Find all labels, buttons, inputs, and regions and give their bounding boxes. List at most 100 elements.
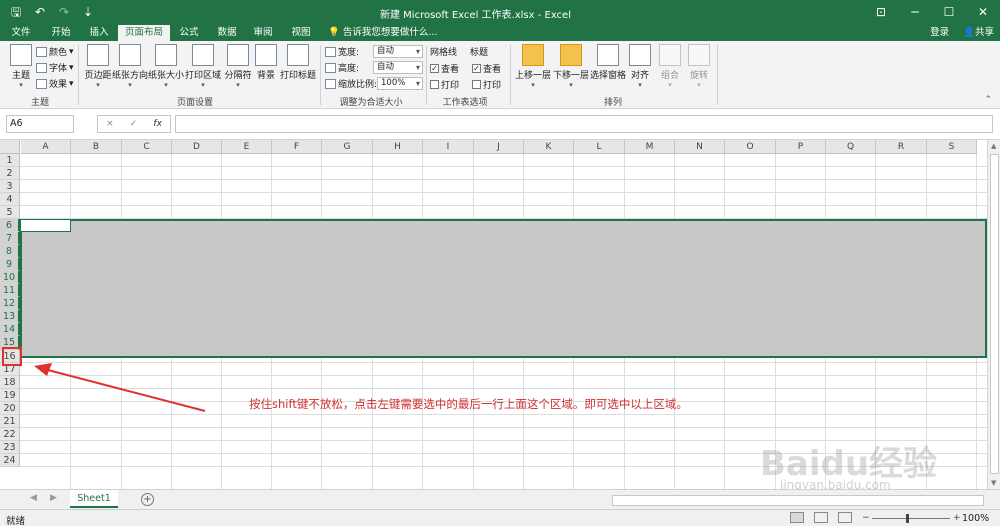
bring-forward-button[interactable]: 上移一层 ▾ [514,44,552,89]
ribbon-tabs: 文件 开始 插入 页面布局 公式 数据 审阅 视图 💡 告诉我您想要做什么...… [0,25,1000,41]
headings-print-label: 打印 [483,81,502,91]
ribbon-display-icon[interactable]: ⊡ [864,0,898,25]
headings-print-option[interactable]: 打印 [472,78,501,91]
tab-file[interactable]: 文件 [4,25,38,41]
tell-me-box[interactable]: 💡 告诉我您想要做什么... [328,25,437,41]
sheet-options-group-label: 工作表选项 [442,98,488,108]
background-label: 背景 [256,71,275,81]
horizontal-scrollbar[interactable] [612,495,984,506]
gridlines-view-label: 查看 [441,65,460,75]
margins-button[interactable]: 页边距 ▾ [80,44,116,89]
tab-formulas[interactable]: 公式 [172,25,206,41]
chevron-down-icon: ▾ [164,81,168,89]
headings-view-label: 查看 [483,65,502,75]
sheet-tab-sheet1[interactable]: Sheet1 [70,490,118,508]
next-sheet-icon[interactable]: ▶ [50,493,57,503]
send-backward-label: 下移一层 [552,71,589,81]
effects-button[interactable]: 效果 ▾ [36,77,74,90]
print-titles-label: 打印标题 [280,71,317,81]
customize-qat-icon[interactable]: ⇣ [80,4,96,20]
gridlines-heading: 网格线 [430,48,458,58]
rotate-button[interactable]: 旋转 ▾ [685,44,713,89]
send-backward-icon [560,44,582,66]
name-box[interactable]: A6 [6,115,74,133]
colors-button[interactable]: 颜色 ▾ [36,45,74,58]
formula-buttons: × ✓ fx [97,115,171,133]
headings-view-option[interactable]: ✓ 查看 [472,62,501,75]
size-button[interactable]: 纸张大小 ▾ [148,44,184,89]
scale-group-label: 调整为合适大小 [339,98,403,108]
window-title: 新建 Microsoft Excel 工作表.xlsx - Excel [380,10,571,21]
themes-button[interactable]: 主题 ▾ [3,44,39,89]
group-button[interactable]: 组合 ▾ [656,44,684,89]
gridlines-view-option[interactable]: ✓ 查看 [430,62,459,75]
close-icon[interactable]: ✕ [966,0,1000,25]
checkbox-checked-icon[interactable]: ✓ [472,64,481,73]
theme-group-label: 主题 [30,98,49,108]
arrow-line [43,368,206,412]
formula-bar: A6 × ✓ fx [0,109,1000,140]
rotate-label: 旋转 [689,71,708,81]
bring-forward-label: 上移一层 [514,71,551,81]
enter-icon[interactable]: ✓ [130,116,138,132]
zoom-slider-thumb[interactable] [906,514,909,523]
save-icon[interactable]: 🖫 [8,4,24,20]
insert-function-icon[interactable]: fx [153,116,162,132]
background-button[interactable]: 背景 [248,44,284,81]
redo-icon[interactable]: ↷ [56,4,72,20]
checkbox-unchecked-icon[interactable] [430,80,439,89]
align-button[interactable]: 对齐 ▾ [626,44,654,89]
vertical-scrollbar[interactable]: ▲ ▼ [987,140,1000,489]
width-select[interactable]: 自动 [373,45,423,58]
formula-input[interactable] [175,115,993,133]
print-area-button[interactable]: 打印区域 ▾ [185,44,221,89]
collapse-ribbon-icon[interactable]: ⌃ [984,95,992,105]
checkbox-unchecked-icon[interactable] [472,80,481,89]
send-backward-button[interactable]: 下移一层 ▾ [552,44,590,89]
gridlines-print-option[interactable]: 打印 [430,78,459,91]
tab-view[interactable]: 视图 [284,25,318,41]
tab-page-layout[interactable]: 页面布局 [118,25,170,41]
sign-in-link[interactable]: 登录 [930,25,949,41]
window-controls: ⊡ ─ ☐ ✕ [864,0,1000,25]
tab-home[interactable]: 开始 [44,25,78,41]
add-sheet-icon[interactable]: + [141,493,154,506]
separator [717,45,718,105]
zoom-percent[interactable]: 100% [962,513,989,524]
zoom-slider[interactable] [872,518,950,519]
view-buttons [790,512,852,523]
worksheet-grid[interactable]: A B C D E F G H I J K L M N O P Q R S 1 2 3 4 5 6 7 8 9 10 11 12 13 14 15… [0,140,987,489]
scroll-down-icon[interactable]: ▼ [991,479,996,487]
normal-view-icon[interactable] [790,512,804,523]
selection-pane-button[interactable]: 选择窗格 [590,44,626,81]
fonts-icon [36,62,47,73]
share-button[interactable]: 👤共享 [963,25,994,41]
print-area-icon [192,44,214,66]
page-break-view-icon[interactable] [838,512,852,523]
tab-review[interactable]: 审阅 [246,25,280,41]
page-layout-view-icon[interactable] [814,512,828,523]
scroll-up-icon[interactable]: ▲ [991,142,996,150]
undo-icon[interactable]: ↶ [32,4,48,20]
sheet-tab-bar: ◀ ▶ Sheet1 + [0,489,1000,509]
print-titles-button[interactable]: 打印标题 [280,44,316,81]
tab-insert[interactable]: 插入 [82,25,116,41]
minimize-icon[interactable]: ─ [898,0,932,25]
checkbox-checked-icon[interactable]: ✓ [430,64,439,73]
scroll-thumb[interactable] [990,154,999,474]
orientation-button[interactable]: 纸张方向 ▾ [112,44,148,89]
group-label: 组合 [660,71,679,81]
tab-data[interactable]: 数据 [210,25,244,41]
zoom-out-icon[interactable]: − [862,513,870,523]
zoom-in-icon[interactable]: + [953,513,961,523]
fonts-button[interactable]: 字体 ▾ [36,61,74,74]
height-row: 高度: [325,61,359,74]
baidu-watermark-url: jingyan.baidu.com [780,478,891,489]
cancel-icon[interactable]: × [106,116,114,132]
chevron-down-icon: ▾ [69,46,74,57]
scale-spinner[interactable]: 100% [377,77,423,90]
colors-label: 颜色 [49,48,68,58]
prev-sheet-icon[interactable]: ◀ [30,493,37,503]
maximize-icon[interactable]: ☐ [932,0,966,25]
height-select[interactable]: 自动 [373,61,423,74]
